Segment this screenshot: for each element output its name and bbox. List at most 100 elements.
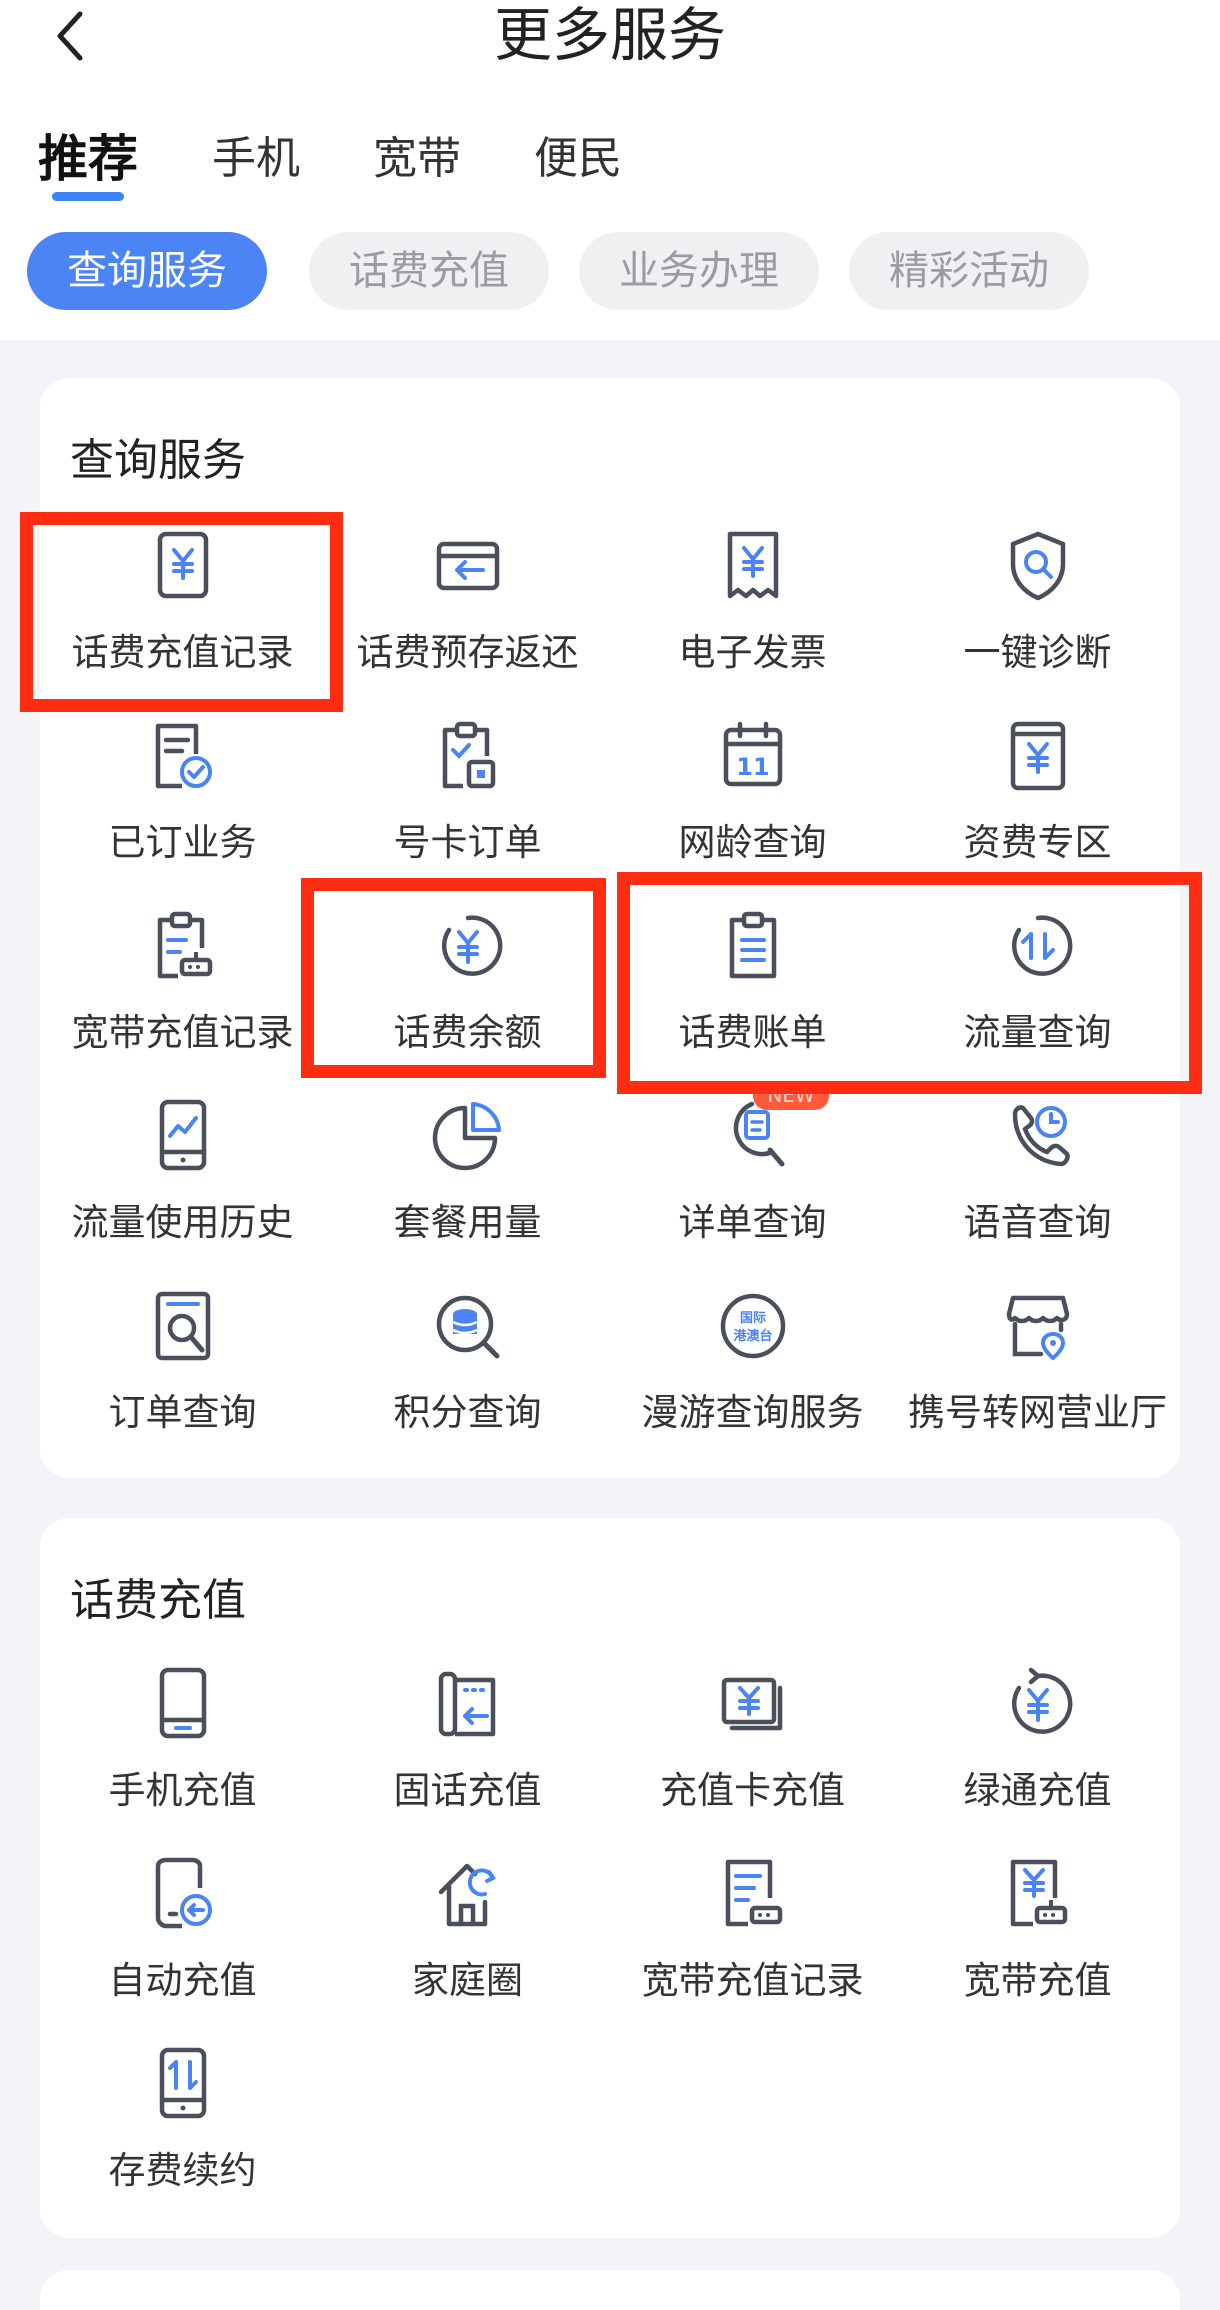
tab-active-indicator	[52, 192, 124, 201]
highlight-box-recharge-record	[20, 512, 343, 712]
home-refresh-icon	[438, 1863, 496, 1927]
service-label: 话费预存返还	[356, 631, 579, 674]
section-title: 话费充值	[70, 1575, 246, 1626]
chip-query-services[interactable]: 查询服务	[27, 232, 267, 310]
category-tabs: 推荐 手机 宽带 便民	[0, 124, 1220, 214]
phone-chart-icon	[159, 1099, 207, 1171]
next-card-top	[40, 2270, 1180, 2310]
svg-text:国际: 国际	[740, 1311, 766, 1326]
service-points-query[interactable]: 积分查询	[325, 1290, 610, 1470]
service-label: 电子发票	[678, 631, 827, 674]
yen-router-icon	[1010, 1859, 1068, 1927]
service-label: 流量使用历史	[71, 1201, 294, 1244]
service-mobile-recharge[interactable]: 手机充值	[40, 1667, 325, 1848]
service-order-query[interactable]: 订单查询	[40, 1290, 325, 1470]
service-plan-usage[interactable]: 套餐用量	[325, 1100, 610, 1280]
service-number-portability[interactable]: 携号转网营业厅	[895, 1290, 1180, 1470]
pie-chart-icon	[432, 1102, 501, 1171]
page-title: 更多服务	[493, 1, 726, 69]
service-landline-recharge[interactable]: 固话充值	[325, 1668, 610, 1848]
recharge-card: 话费充值 手机充值 固话充值 充值卡充值 绿通充值 自动充值 家庭圈 宽带充值记…	[40, 1518, 1180, 2238]
doc-search-icon	[733, 1101, 785, 1167]
section-title: 查询服务	[70, 435, 246, 486]
service-label: 漫游查询服务	[641, 1391, 864, 1434]
service-card-recharge[interactable]: 充值卡充值	[610, 1668, 895, 1848]
service-detail-query[interactable]: 详单查询	[610, 1100, 895, 1280]
calendar-icon: 11	[723, 721, 783, 787]
phone-clock-icon	[1012, 1105, 1070, 1167]
service-label: 详单查询	[678, 1201, 827, 1244]
tab-broadband[interactable]: 宽带	[373, 124, 461, 194]
service-subscribed[interactable]: 已订业务	[40, 720, 325, 900]
service-prepaid-return[interactable]: 话费预存返还	[325, 530, 610, 710]
service-label: 自动充值	[108, 1959, 257, 2002]
phone-back-icon	[155, 1857, 212, 1929]
service-label: 资费专区	[963, 821, 1112, 864]
service-label: 绿通充值	[963, 1769, 1112, 1812]
chip-activities[interactable]: 精彩活动	[849, 232, 1089, 310]
service-label: 存费续约	[108, 2149, 257, 2192]
doc-check-icon	[155, 723, 212, 789]
yen-card-icon	[721, 1677, 783, 1731]
service-label: 固话充值	[393, 1769, 542, 1812]
service-label: 携号转网营业厅	[908, 1391, 1167, 1434]
service-broadband-record[interactable]: 宽带充值记录	[40, 910, 325, 1090]
tab-recommend[interactable]: 推荐	[38, 124, 138, 201]
service-auto-recharge[interactable]: 自动充值	[40, 1857, 325, 2038]
service-e-invoice[interactable]: 电子发票	[610, 530, 895, 710]
service-roaming-query[interactable]: 国际港澳台 漫游查询服务	[610, 1290, 895, 1470]
invoice-icon	[727, 531, 779, 599]
service-label: 号卡订单	[393, 821, 542, 864]
highlight-box-bill-data	[617, 872, 1202, 1094]
tab-label: 手机	[212, 133, 300, 184]
tab-label: 宽带	[373, 133, 461, 184]
service-label: 充值卡充值	[660, 1769, 845, 1812]
service-label: 宽带充值记录	[641, 1959, 864, 2002]
landline-icon	[438, 1671, 496, 1737]
service-label: 订单查询	[108, 1391, 257, 1434]
service-label: 已订业务	[108, 821, 257, 864]
service-voice-query[interactable]: 语音查询	[895, 1100, 1180, 1280]
calendar-day-text: 11	[736, 753, 769, 781]
clipboard-sim-icon	[442, 721, 496, 789]
service-data-history[interactable]: 流量使用历史	[40, 1099, 325, 1280]
service-green-recharge[interactable]: 绿通充值	[895, 1667, 1180, 1848]
roaming-badge-icon: 国际港澳台	[720, 1293, 786, 1359]
service-broadband-recharge-record[interactable]: 宽带充值记录	[610, 1858, 895, 2038]
service-label: 宽带充值	[963, 1959, 1112, 2002]
clipboard-router-icon	[157, 911, 213, 979]
phone-arrows-icon	[159, 2047, 207, 2119]
service-label: 套餐用量	[393, 1201, 542, 1244]
store-location-icon	[1006, 1295, 1070, 1361]
tab-mobile[interactable]: 手机	[212, 124, 300, 194]
service-family-circle[interactable]: 家庭圈	[325, 1858, 610, 2038]
filter-chips: 查询服务 话费充值 业务办理 精彩活动	[0, 232, 1220, 312]
coins-search-icon	[436, 1295, 500, 1359]
mobile-icon	[159, 1667, 207, 1739]
service-label: 网龄查询	[678, 821, 827, 864]
yen-refresh-icon	[1011, 1667, 1073, 1734]
tab-label: 推荐	[38, 130, 138, 188]
top-bar: 更多服务 推荐 手机 宽带 便民 查询服务 话费充值 业务办理 精彩活动	[0, 0, 1220, 340]
service-sim-order[interactable]: 号卡订单	[325, 720, 610, 900]
tab-label: 便民	[534, 133, 622, 184]
service-label: 积分查询	[393, 1391, 542, 1434]
service-diagnosis[interactable]: 一键诊断	[895, 530, 1180, 710]
svg-text:港澳台: 港澳台	[733, 1328, 772, 1344]
doc-router-icon	[725, 1859, 783, 1927]
yen-tablet-icon	[1010, 721, 1066, 791]
shield-search-icon	[1010, 531, 1066, 601]
service-label: 一键诊断	[963, 631, 1112, 674]
service-label: 语音查询	[963, 1201, 1112, 1244]
service-broadband-recharge[interactable]: 宽带充值	[895, 1858, 1180, 2038]
tab-convenience[interactable]: 便民	[534, 124, 622, 194]
service-prepay-renewal[interactable]: 存费续约	[40, 2047, 325, 2228]
order-search-icon	[155, 1291, 211, 1361]
service-label: 家庭圈	[412, 1959, 523, 2002]
service-label: 宽带充值记录	[71, 1011, 294, 1054]
service-label: 手机充值	[108, 1769, 257, 1812]
chip-business[interactable]: 业务办理	[579, 232, 819, 310]
highlight-box-balance	[301, 878, 606, 1078]
card-return-icon	[436, 541, 500, 591]
chip-recharge[interactable]: 话费充值	[309, 232, 549, 310]
